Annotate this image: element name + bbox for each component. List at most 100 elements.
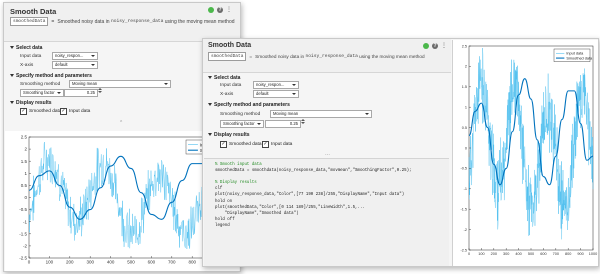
task-panel: Smooth Data ? ⋮ smoothedData = Smoothed … bbox=[203, 39, 451, 266]
check-icon: ✓ bbox=[60, 108, 67, 115]
x-tick-label: 800 bbox=[565, 252, 571, 256]
spinner-up-icon[interactable] bbox=[300, 119, 305, 121]
y-tick-label: 2.5 bbox=[462, 44, 467, 48]
smoothing-method-dropdown[interactable]: Moving mean bbox=[69, 80, 171, 88]
section-method-parameters[interactable]: Specify method and parameters bbox=[208, 102, 290, 108]
output-variable-field[interactable]: smoothedData bbox=[208, 52, 247, 61]
smoothing-factor-spinner[interactable] bbox=[97, 88, 102, 96]
check-icon: ✓ bbox=[220, 141, 227, 148]
legend-entry: Smoothed data bbox=[566, 56, 593, 60]
header-icons: ? ⋮ bbox=[423, 43, 447, 49]
smoothing-method-dropdown[interactable]: Moving mean bbox=[270, 110, 372, 118]
y-tick-label: 2 bbox=[24, 147, 27, 152]
live-task-smooth-data-right: Smooth Data ? ⋮ smoothedData = Smoothed … bbox=[202, 38, 599, 267]
summary-text-pre: Smoothed noisy data in bbox=[57, 18, 110, 25]
input-data-dropdown[interactable]: noisy_respon... bbox=[253, 81, 299, 89]
collapse-caret-icon[interactable] bbox=[10, 74, 14, 78]
section-method-parameters[interactable]: Specify method and parameters bbox=[10, 73, 92, 79]
summary-text-post: using the moving mean method bbox=[359, 54, 425, 59]
x-tick-label: 700 bbox=[168, 260, 176, 265]
x-tick-label: 400 bbox=[107, 260, 115, 265]
collapse-controls-icon[interactable]: ⌃ bbox=[119, 120, 123, 126]
y-tick-label: 0 bbox=[24, 195, 27, 200]
summary-text-post: using the moving mean method bbox=[164, 18, 235, 25]
code-line[interactable]: legend bbox=[215, 223, 449, 229]
status-ok-icon bbox=[208, 7, 214, 13]
y-tick-label: 0.5 bbox=[21, 183, 28, 188]
input-data-dropdown[interactable]: noisy_respon... bbox=[52, 52, 98, 60]
section-select-data[interactable]: Select data bbox=[208, 75, 240, 81]
task-summary: smoothedData = Smoothed noisy data in no… bbox=[208, 52, 425, 61]
input-data-checkbox[interactable]: ✓ Input data bbox=[262, 141, 292, 148]
y-tick-label: 0.5 bbox=[462, 126, 467, 130]
legend-entry: Input data bbox=[566, 52, 584, 56]
more-options-icon[interactable]: ⋮ bbox=[441, 43, 447, 49]
y-tick-label: -1 bbox=[23, 219, 27, 224]
y-tick-label: -2.5 bbox=[19, 256, 27, 261]
x-axis-dropdown[interactable]: default bbox=[52, 61, 98, 69]
x-tick-label: 400 bbox=[515, 252, 521, 256]
x-axis-dropdown[interactable]: default bbox=[253, 90, 299, 98]
y-tick-label: -1 bbox=[464, 187, 467, 191]
input-data-checkbox[interactable]: ✓ Input data bbox=[60, 108, 90, 115]
x-tick-label: 200 bbox=[66, 260, 74, 265]
x-tick-label: 700 bbox=[553, 252, 559, 256]
section-display-results[interactable]: Display results bbox=[208, 132, 250, 138]
smoothing-factor-spinner[interactable] bbox=[300, 119, 305, 127]
section-display-results[interactable]: Display results bbox=[10, 100, 52, 106]
help-icon[interactable]: ? bbox=[432, 43, 438, 49]
more-options-icon[interactable]: ⋮ bbox=[226, 7, 232, 13]
task-title: Smooth Data bbox=[10, 7, 57, 16]
input-data-label: Input data bbox=[220, 83, 242, 88]
x-tick-label: 1000 bbox=[589, 252, 597, 256]
task-title: Smooth Data bbox=[208, 42, 252, 49]
x-tick-label: 900 bbox=[577, 252, 583, 256]
smoothing-factor-dropdown[interactable]: Smoothing factor bbox=[20, 89, 64, 97]
generated-code[interactable]: % Smooth input data smoothedData = smooth… bbox=[204, 158, 449, 266]
x-tick-label: 0 bbox=[468, 252, 470, 256]
smoothed-data-checkbox[interactable]: ✓ Smoothed data bbox=[220, 141, 262, 148]
axes-box bbox=[468, 45, 594, 251]
x-tick-label: 300 bbox=[503, 252, 509, 256]
x-tick-label: 0 bbox=[28, 260, 31, 265]
collapse-caret-icon[interactable] bbox=[10, 46, 14, 50]
x-axis-label: X-axis bbox=[220, 92, 234, 97]
output-variable-field[interactable]: smoothedData bbox=[10, 17, 49, 26]
y-tick-label: -0.5 bbox=[460, 167, 467, 171]
spinner-down-icon[interactable] bbox=[97, 91, 102, 93]
x-tick-label: 300 bbox=[86, 260, 94, 265]
smoothing-factor-value[interactable]: 0.25 bbox=[64, 89, 98, 97]
collapse-caret-icon[interactable] bbox=[208, 103, 212, 107]
input-data-label: Input data bbox=[20, 54, 42, 59]
help-icon[interactable]: ? bbox=[217, 7, 223, 13]
collapse-caret-icon[interactable] bbox=[10, 101, 14, 105]
y-tick-label: 0 bbox=[465, 146, 467, 150]
collapse-caret-icon[interactable] bbox=[208, 76, 212, 80]
x-tick-label: 500 bbox=[528, 252, 534, 256]
y-tick-label: 1.5 bbox=[462, 85, 467, 89]
task-header: Smooth Data ? ⋮ smoothedData = Smoothed … bbox=[4, 3, 240, 42]
y-tick-label: 1 bbox=[24, 171, 27, 176]
smoothed-data-checkbox[interactable]: ✓ Smoothed data bbox=[20, 108, 62, 115]
y-tick-label: -0.5 bbox=[19, 207, 27, 212]
x-tick-label: 500 bbox=[127, 260, 135, 265]
section-select-data[interactable]: Select data bbox=[10, 45, 42, 51]
spinner-up-icon[interactable] bbox=[97, 88, 102, 90]
spinner-down-icon[interactable] bbox=[300, 122, 305, 124]
y-tick-label: 2 bbox=[465, 65, 467, 69]
smoothing-factor-value[interactable]: 0.25 bbox=[265, 120, 301, 128]
summary-variable: noisy_response_data bbox=[305, 54, 358, 59]
equals-sign: = bbox=[249, 54, 253, 59]
smoothing-factor-dropdown[interactable]: Smoothing factor bbox=[220, 120, 264, 128]
y-tick-label: 1 bbox=[465, 106, 467, 110]
smoothing-method-label: Smoothing method bbox=[20, 82, 61, 87]
y-tick-label: -2 bbox=[23, 243, 27, 248]
y-tick-label: -2.5 bbox=[460, 248, 467, 252]
y-tick-label: 1.5 bbox=[21, 159, 28, 164]
y-tick-label: 2.5 bbox=[21, 135, 28, 140]
output-chart: -2.5 -2 -1.5 -1 -0.5 0 0.5 1 1.5 2 2.5 0 100 200 300 40… bbox=[460, 44, 597, 256]
task-summary: smoothedData = Smoothed noisy data in no… bbox=[10, 17, 235, 26]
x-axis-label: X-axis bbox=[20, 63, 34, 68]
collapse-caret-icon[interactable] bbox=[208, 133, 212, 137]
status-ok-icon bbox=[423, 43, 429, 49]
